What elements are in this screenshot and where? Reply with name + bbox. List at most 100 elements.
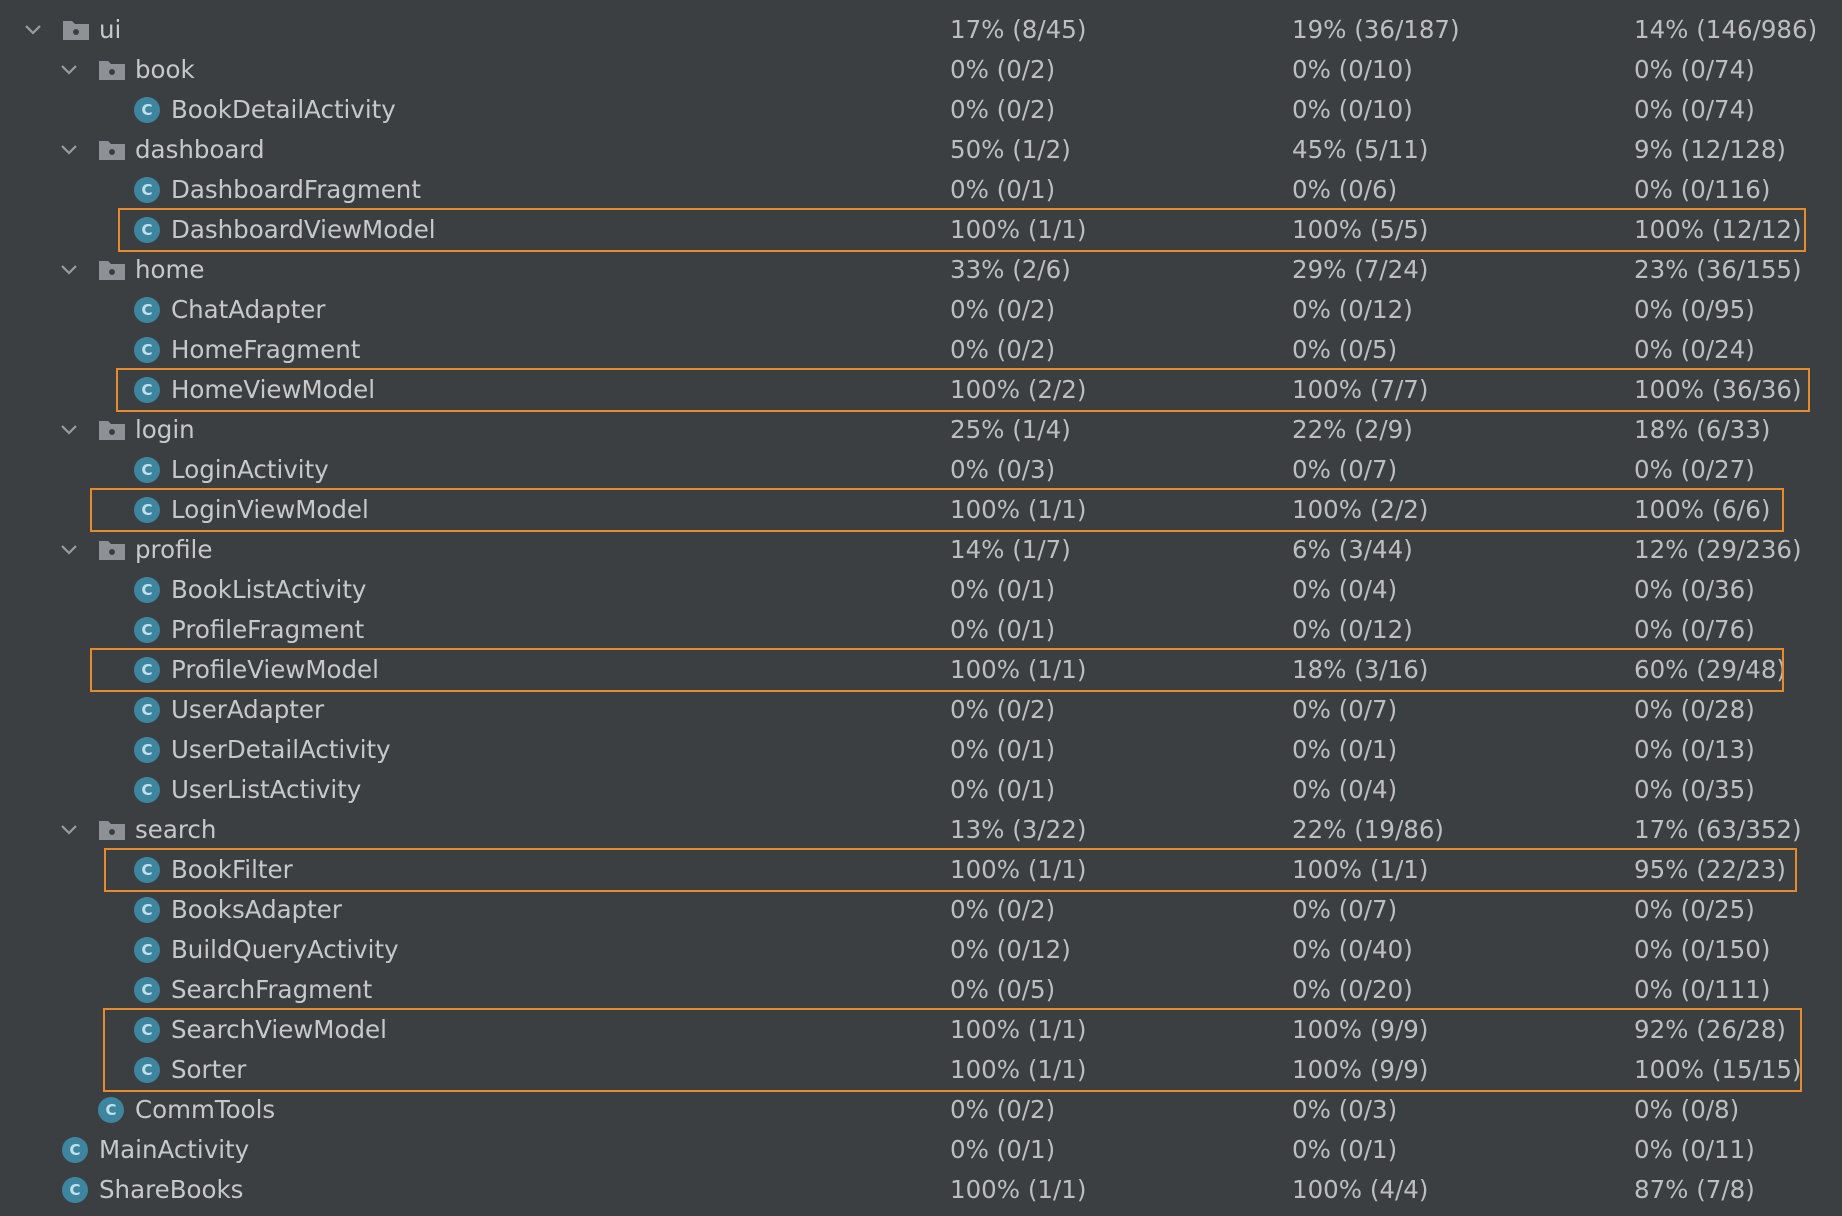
class-icon: C [98, 1090, 126, 1130]
method-coverage-cell: 100% (2/2) [950, 375, 1087, 404]
line-coverage-cell: 45% (5/11) [1292, 135, 1429, 164]
line-coverage-cell: 0% (0/7) [1292, 695, 1398, 724]
class-row[interactable]: C LoginViewModel 100% (1/1) 100% (2/2) 100% … [0, 490, 1842, 530]
package-row[interactable]: home 33% (2/6) 29% (7/24) 23% (36/155) [0, 250, 1842, 290]
class-row[interactable]: C ChatAdapter 0% (0/2) 0% (0/12) 0% (0/95) [0, 290, 1842, 330]
class-icon-letter: C [134, 937, 160, 963]
class-icon-letter: C [134, 1017, 160, 1043]
line-coverage-cell: 0% (0/40) [1292, 935, 1413, 964]
branch-coverage-cell: 0% (0/28) [1634, 695, 1755, 724]
class-row[interactable]: C BookFilter 100% (1/1) 100% (1/1) 95% (22/2… [0, 850, 1842, 890]
class-icon: C [134, 970, 162, 1010]
line-coverage-cell: 22% (19/86) [1292, 815, 1444, 844]
tree-row-label: BuildQueryActivity [171, 935, 399, 964]
method-coverage-cell: 0% (0/2) [950, 335, 1056, 364]
method-coverage-cell: 100% (1/1) [950, 1015, 1087, 1044]
method-coverage-cell: 100% (1/1) [950, 215, 1087, 244]
method-coverage-cell: 0% (0/1) [950, 575, 1056, 604]
chevron-down-icon[interactable] [60, 130, 84, 170]
class-icon: C [134, 850, 162, 890]
class-row[interactable]: C UserDetailActivity 0% (0/1) 0% (0/1) 0% (0… [0, 730, 1842, 770]
class-row[interactable]: C ProfileFragment 0% (0/1) 0% (0/12) 0% (0/7… [0, 610, 1842, 650]
chevron-down-icon[interactable] [60, 810, 84, 850]
class-icon-letter: C [98, 1097, 124, 1123]
class-row[interactable]: C MainActivity 0% (0/1) 0% (0/1) 0% (0/11) [0, 1130, 1842, 1170]
method-coverage-cell: 0% (0/1) [950, 735, 1056, 764]
package-row[interactable]: ui 17% (8/45) 19% (36/187) 14% (146/986) [0, 10, 1842, 50]
class-row[interactable]: C ShareBooks 100% (1/1) 100% (4/4) 87% (7/8) [0, 1170, 1842, 1210]
method-coverage-cell: 0% (0/1) [950, 175, 1056, 204]
class-row[interactable]: C BuildQueryActivity 0% (0/12) 0% (0/40) 0% … [0, 930, 1842, 970]
line-coverage-cell: 0% (0/7) [1292, 455, 1398, 484]
line-coverage-cell: 19% (36/187) [1292, 15, 1460, 44]
class-row[interactable]: C UserListActivity 0% (0/1) 0% (0/4) 0% (0/3… [0, 770, 1842, 810]
chevron-down-icon[interactable] [24, 10, 48, 50]
package-row[interactable]: profile 14% (1/7) 6% (3/44) 12% (29/236) [0, 530, 1842, 570]
line-coverage-cell: 0% (0/12) [1292, 295, 1413, 324]
chevron-down-icon[interactable] [60, 530, 84, 570]
package-row[interactable]: dashboard 50% (1/2) 45% (5/11) 9% (12/128) [0, 130, 1842, 170]
tree-row-label: login [135, 415, 195, 444]
folder-icon [98, 810, 126, 850]
folder-icon [98, 410, 126, 450]
branch-coverage-cell: 100% (15/15) [1634, 1055, 1802, 1084]
chevron-down-icon[interactable] [60, 250, 84, 290]
line-coverage-cell: 0% (0/7) [1292, 895, 1398, 924]
branch-coverage-cell: 95% (22/23) [1634, 855, 1786, 884]
method-coverage-cell: 14% (1/7) [950, 535, 1071, 564]
branch-coverage-cell: 0% (0/76) [1634, 615, 1755, 644]
tree-row-label: Sorter [171, 1055, 247, 1084]
class-icon: C [62, 1130, 90, 1170]
class-icon: C [134, 1010, 162, 1050]
class-row[interactable]: C BookDetailActivity 0% (0/2) 0% (0/10) 0% (… [0, 90, 1842, 130]
class-icon: C [134, 690, 162, 730]
class-row[interactable]: C DashboardFragment 0% (0/1) 0% (0/6) 0% (0/… [0, 170, 1842, 210]
chevron-down-icon[interactable] [60, 50, 84, 90]
class-row[interactable]: C BooksAdapter 0% (0/2) 0% (0/7) 0% (0/25) [0, 890, 1842, 930]
chevron-down-icon[interactable] [60, 410, 84, 450]
class-row[interactable]: C DashboardViewModel 100% (1/1) 100% (5/5) 1… [0, 210, 1842, 250]
tree-row-partial[interactable] [0, 0, 1842, 10]
class-icon-letter: C [62, 1137, 88, 1163]
class-icon-letter: C [134, 617, 160, 643]
class-row[interactable]: C SearchFragment 0% (0/5) 0% (0/20) 0% (0/11… [0, 970, 1842, 1010]
class-row[interactable]: C Sorter 100% (1/1) 100% (9/9) 100% (15/15) [0, 1050, 1842, 1090]
package-row[interactable]: book 0% (0/2) 0% (0/10) 0% (0/74) [0, 50, 1842, 90]
class-icon: C [134, 90, 162, 130]
method-coverage-cell: 50% (1/2) [950, 135, 1071, 164]
method-coverage-cell: 100% (1/1) [950, 495, 1087, 524]
class-row[interactable]: C HomeViewModel 100% (2/2) 100% (7/7) 100% (… [0, 370, 1842, 410]
class-icon: C [134, 450, 162, 490]
class-icon-letter: C [134, 897, 160, 923]
line-coverage-cell: 100% (9/9) [1292, 1055, 1429, 1084]
package-row[interactable]: login 25% (1/4) 22% (2/9) 18% (6/33) [0, 410, 1842, 450]
class-icon-letter: C [134, 337, 160, 363]
branch-coverage-cell: 0% (0/111) [1634, 975, 1771, 1004]
package-row[interactable]: search 13% (3/22) 22% (19/86) 17% (63/352) [0, 810, 1842, 850]
class-row[interactable]: C SearchViewModel 100% (1/1) 100% (9/9) 92% … [0, 1010, 1842, 1050]
method-coverage-cell: 100% (1/1) [950, 1055, 1087, 1084]
class-icon: C [62, 1170, 90, 1210]
class-row[interactable]: C HomeFragment 0% (0/2) 0% (0/5) 0% (0/24) [0, 330, 1842, 370]
branch-coverage-cell: 14% (146/986) [1634, 15, 1818, 44]
tree-row-label: BookFilter [171, 855, 293, 884]
method-coverage-cell: 0% (0/2) [950, 55, 1056, 84]
class-row[interactable]: C LoginActivity 0% (0/3) 0% (0/7) 0% (0/27) [0, 450, 1842, 490]
class-row[interactable]: C BookListActivity 0% (0/1) 0% (0/4) 0% (0/3… [0, 570, 1842, 610]
tree-row-label: dashboard [135, 135, 265, 164]
line-coverage-cell: 100% (7/7) [1292, 375, 1429, 404]
class-row[interactable]: C ProfileViewModel 100% (1/1) 18% (3/16) 60%… [0, 650, 1842, 690]
branch-coverage-cell: 18% (6/33) [1634, 415, 1771, 444]
line-coverage-cell: 0% (0/1) [1292, 1135, 1398, 1164]
class-icon-letter: C [134, 737, 160, 763]
class-icon-letter: C [134, 297, 160, 323]
branch-coverage-cell: 0% (0/36) [1634, 575, 1755, 604]
class-row[interactable]: C CommTools 0% (0/2) 0% (0/3) 0% (0/8) [0, 1090, 1842, 1130]
method-coverage-cell: 33% (2/6) [950, 255, 1071, 284]
class-row[interactable]: C UserAdapter 0% (0/2) 0% (0/7) 0% (0/28) [0, 690, 1842, 730]
branch-coverage-cell: 0% (0/74) [1634, 55, 1755, 84]
class-icon-letter: C [134, 577, 160, 603]
tree-row-label: home [135, 255, 205, 284]
method-coverage-cell: 0% (0/2) [950, 895, 1056, 924]
tree-row-label: BookDetailActivity [171, 95, 396, 124]
